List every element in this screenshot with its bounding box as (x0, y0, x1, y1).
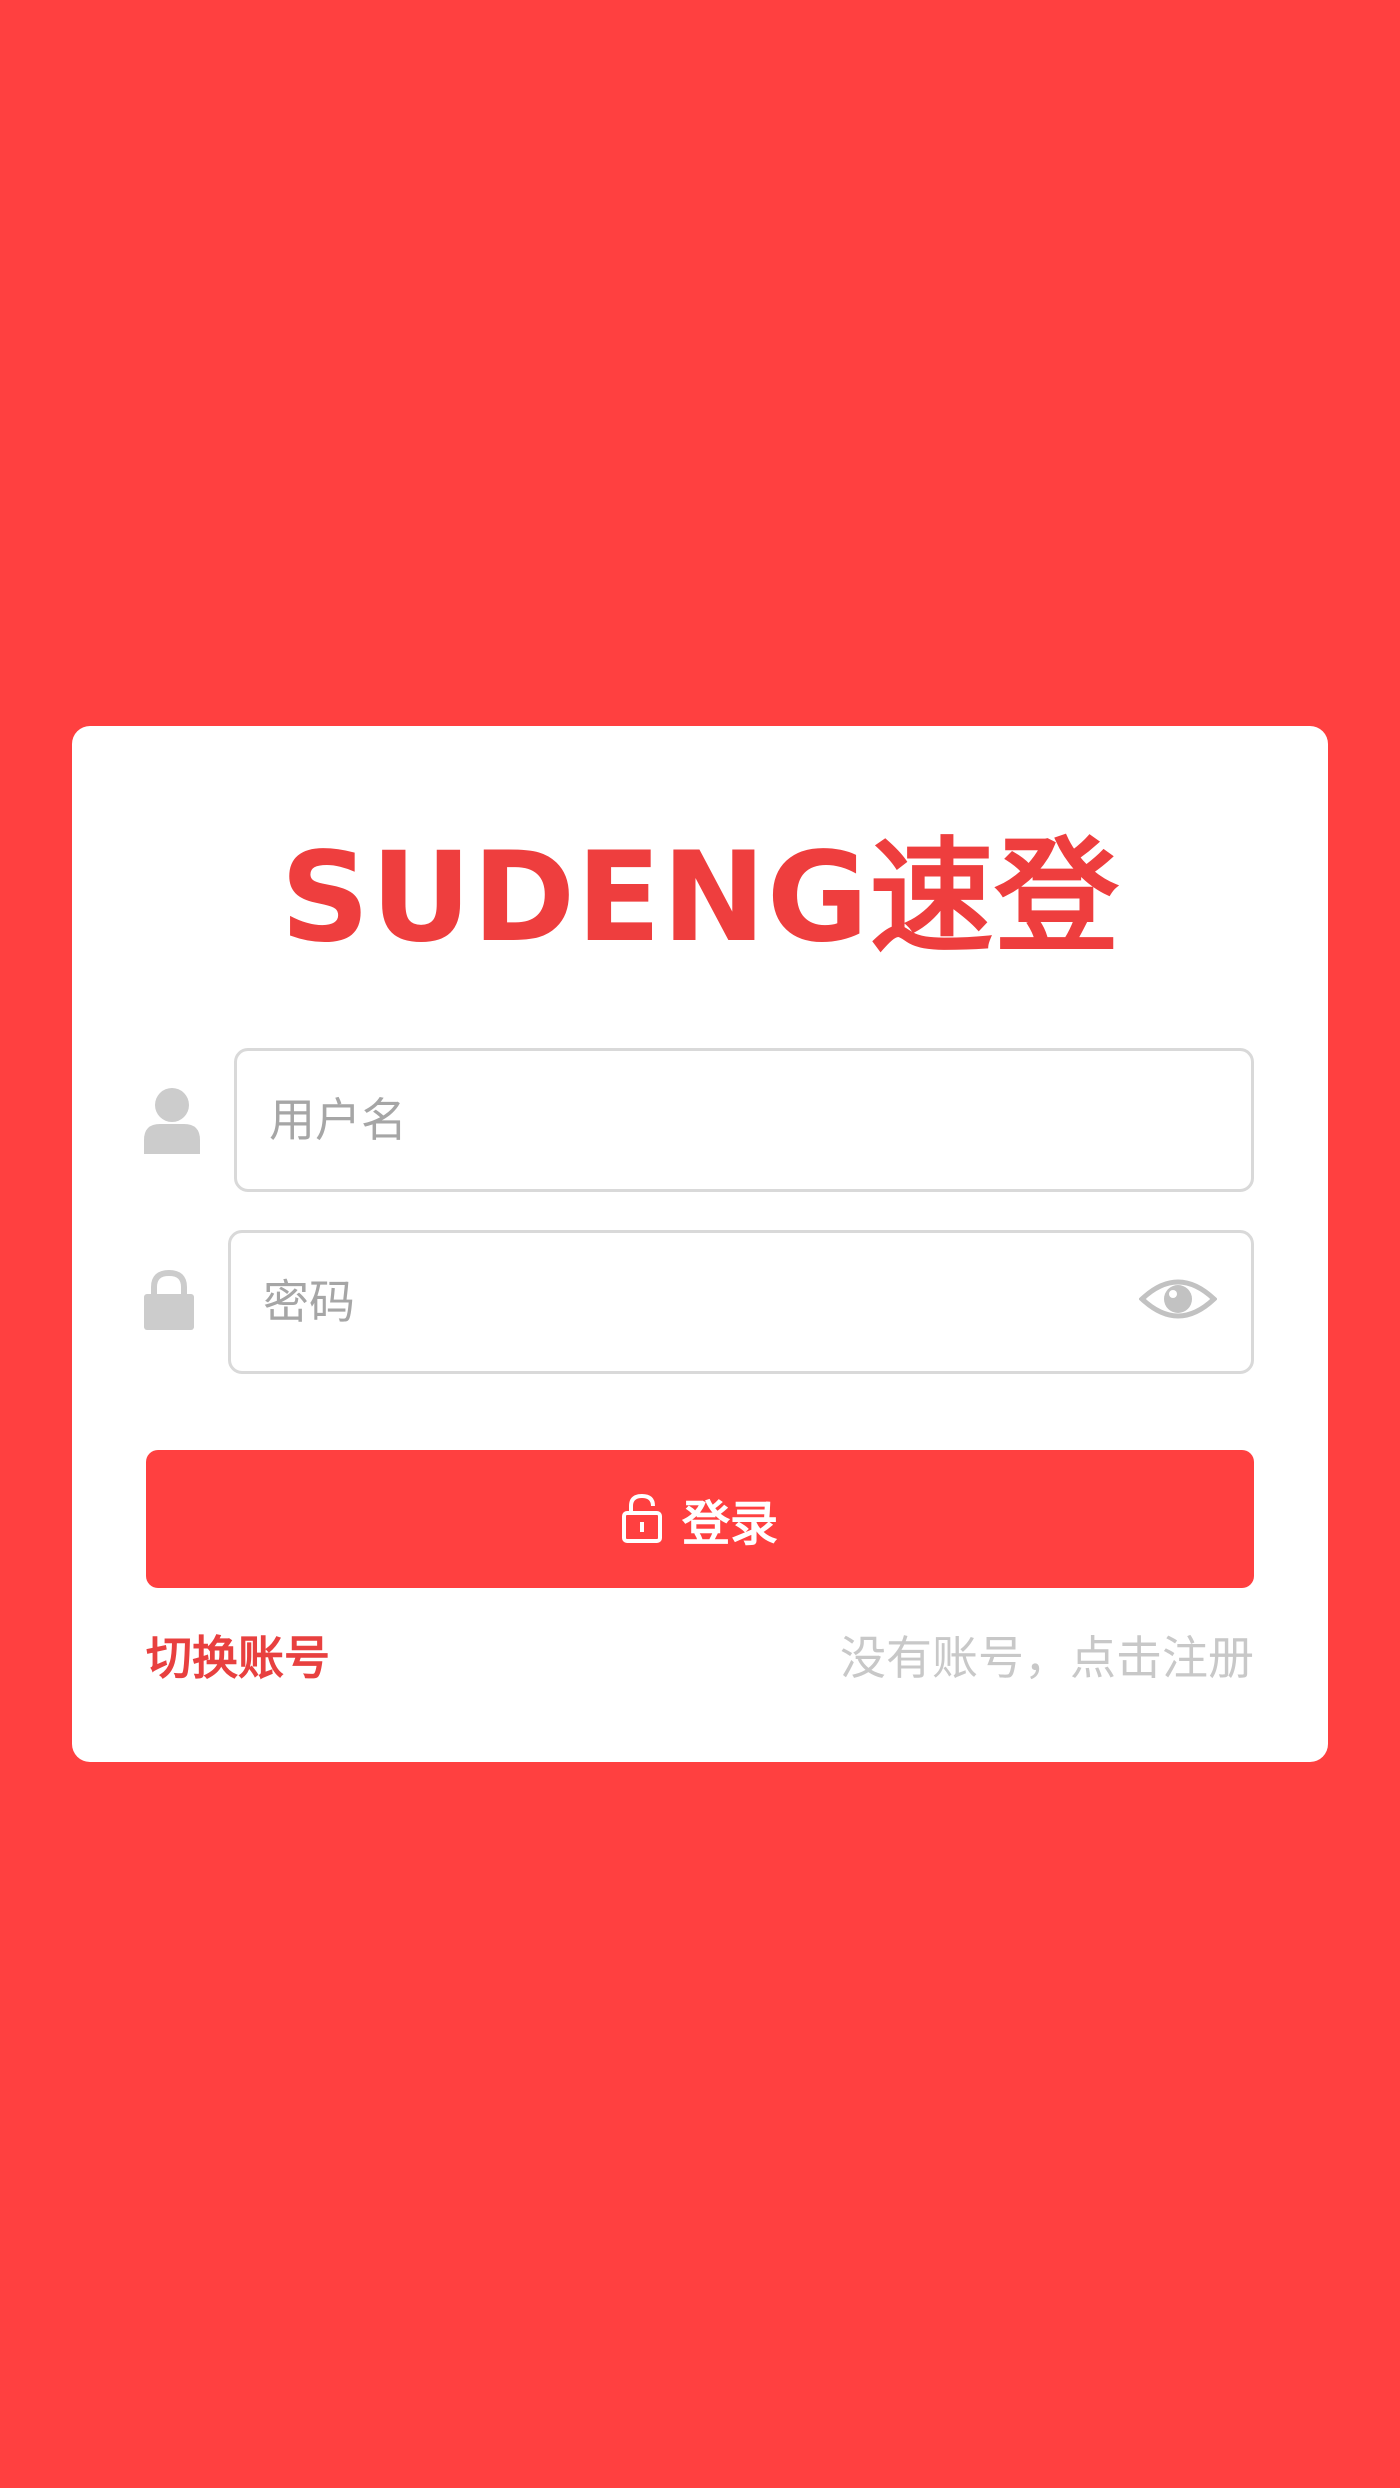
login-card: SUDENG速登 用户名 登录 切换账号 没有账号，点击注册 (72, 726, 1328, 1762)
username-input[interactable] (269, 1051, 1143, 1189)
user-icon (144, 1088, 200, 1158)
login-button-label: 登录 (681, 1496, 778, 1552)
lock-icon (144, 1269, 194, 1334)
register-link[interactable]: 没有账号，点击注册 (840, 1628, 1254, 1688)
login-button[interactable]: 登录 (146, 1450, 1254, 1588)
password-field (228, 1230, 1254, 1374)
app-title: SUDENG速登 (280, 826, 1120, 970)
password-input[interactable] (263, 1233, 1143, 1371)
switch-account-link[interactable]: 切换账号 (146, 1628, 330, 1688)
login-screen: { "app": { "title": "SUDENG速登" }, "form"… (0, 0, 1400, 2488)
username-field (234, 1048, 1254, 1192)
eye-icon[interactable] (1138, 1273, 1218, 1329)
lock-open-icon (621, 1493, 662, 1546)
